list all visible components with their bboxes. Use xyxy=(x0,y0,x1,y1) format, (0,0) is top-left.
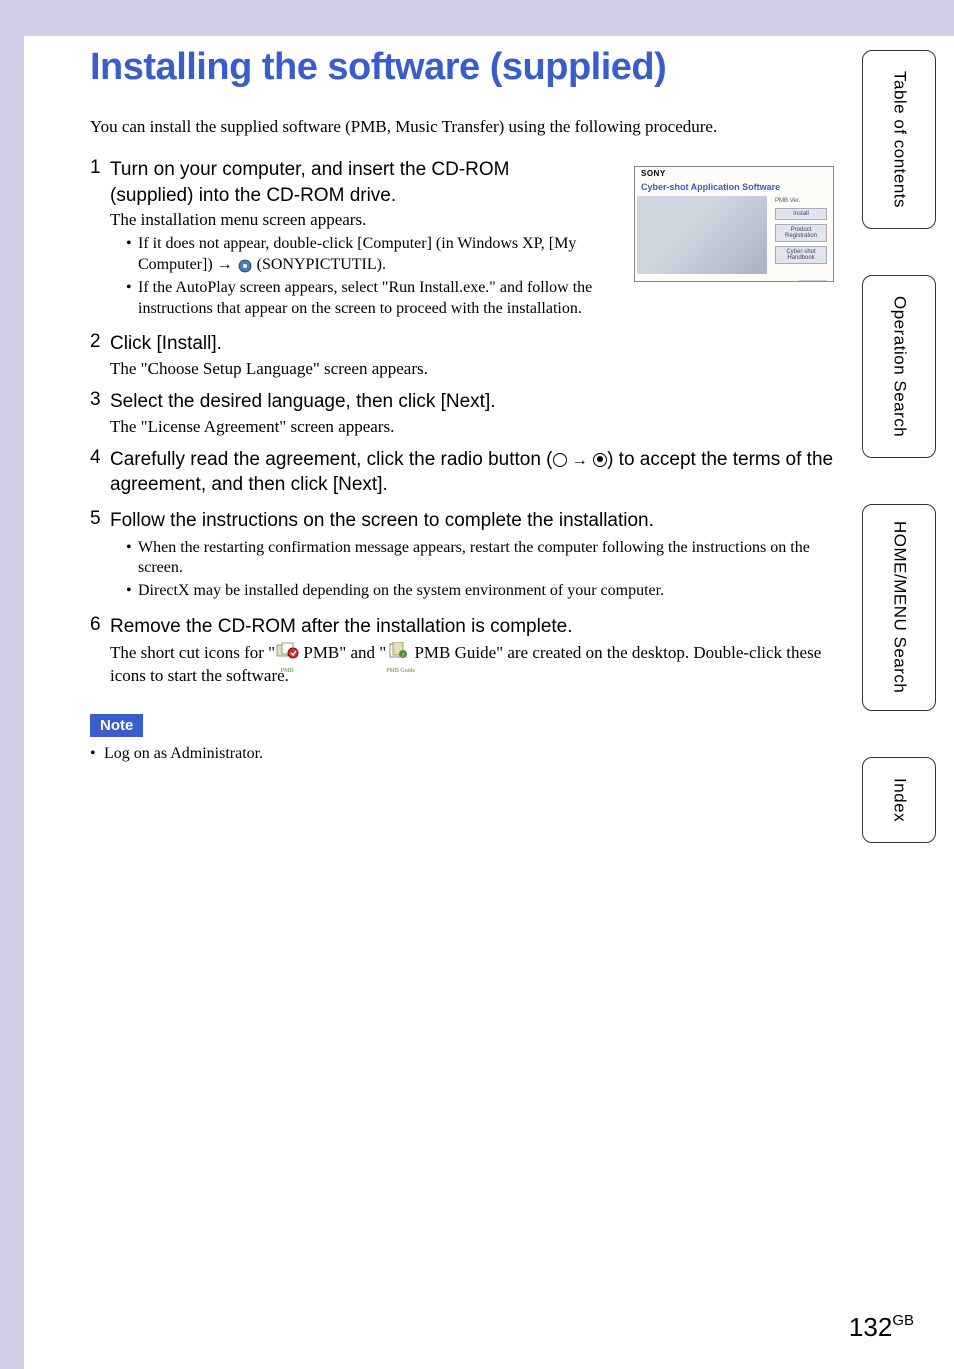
thumb-install-button: Install xyxy=(775,208,827,220)
step-4: 4 Carefully read the agreement, click th… xyxy=(90,447,844,498)
pmb-guide-icon: ? PMB Guide xyxy=(386,642,410,666)
note-item: Log on as Administrator. xyxy=(90,745,844,763)
intro-text: You can install the supplied software (P… xyxy=(90,117,844,137)
step-title: Turn on your computer, and insert the CD… xyxy=(110,157,540,208)
svg-text:?: ? xyxy=(402,653,405,659)
step-3: 3 Select the desired language, then clic… xyxy=(90,389,844,437)
step-title: Select the desired language, then click … xyxy=(110,389,844,415)
installer-screenshot: SONY Cyber-shot Application Software PMB… xyxy=(634,166,834,282)
bullet-item: When the restarting confirmation message… xyxy=(126,538,844,580)
step-number: 2 xyxy=(90,331,110,353)
tab-label: Table of contents xyxy=(890,71,909,208)
step-5: 5 Follow the instructions on the screen … xyxy=(90,508,844,604)
tab-label: Operation Search xyxy=(890,296,909,437)
bullet-text-post: (SONYPICTUTIL). xyxy=(253,256,386,273)
thumb-register-button: Product Registration xyxy=(775,224,827,242)
thumb-exit-button: Exit xyxy=(799,280,827,282)
step-title: Follow the instructions on the screen to… xyxy=(110,508,844,534)
tab-label: HOME/MENU Search xyxy=(890,521,909,693)
sub-part-2: PMB" and " xyxy=(299,643,386,662)
tab-label: Index xyxy=(890,778,909,822)
thumb-handbook-button: Cyber-shot Handbook xyxy=(775,246,827,264)
sub-part-1: The short cut icons for " xyxy=(110,643,275,662)
thumb-body: PMB Ver. Install Product Registration Cy… xyxy=(635,194,833,276)
step-number: 3 xyxy=(90,389,110,411)
page-title: Installing the software (supplied) xyxy=(90,46,844,89)
tab-index[interactable]: Index xyxy=(862,757,936,843)
tab-table-of-contents[interactable]: Table of contents xyxy=(862,50,936,229)
bullet-item: If the AutoPlay screen appears, select "… xyxy=(126,278,626,320)
note-list: Log on as Administrator. xyxy=(90,745,844,763)
tab-home-menu-search[interactable]: HOME/MENU Search xyxy=(862,504,936,710)
thumb-right-panel: PMB Ver. Install Product Registration Cy… xyxy=(769,194,833,276)
step-subtext: The "License Agreement" screen appears. xyxy=(110,417,844,437)
step-title-pre: Carefully read the agreement, click the … xyxy=(110,449,553,470)
page-number: 132GB xyxy=(849,1312,914,1343)
disc-icon xyxy=(237,258,253,272)
thumb-subtitle: PMB Ver. xyxy=(775,198,827,204)
step-6: 6 Remove the CD-ROM after the installati… xyxy=(90,614,844,686)
side-nav-tabs: Table of contents Operation Search HOME/… xyxy=(862,50,936,889)
step-bullets: When the restarting confirmation message… xyxy=(126,538,844,602)
step-subtext: The short cut icons for " PMB PMB" and "… xyxy=(110,642,844,686)
page-content: Installing the software (supplied) You c… xyxy=(0,36,954,783)
bullet-item: If it does not appear, double-click [Com… xyxy=(126,234,606,276)
pmb-guide-icon-label: PMB Guide xyxy=(386,668,410,674)
bullet-item: DirectX may be installed depending on th… xyxy=(126,581,844,602)
pmb-icon: PMB xyxy=(275,642,299,666)
radio-unselected-icon xyxy=(553,453,567,467)
top-decorative-band xyxy=(0,0,954,36)
step-title: Click [Install]. xyxy=(110,331,844,357)
arrow-icon: → xyxy=(572,452,588,469)
page-num-suffix: GB xyxy=(892,1312,914,1329)
step-title: Remove the CD-ROM after the installation… xyxy=(110,614,844,640)
tab-operation-search[interactable]: Operation Search xyxy=(862,275,936,458)
step-title: Carefully read the agreement, click the … xyxy=(110,447,844,498)
step-number: 5 xyxy=(90,508,110,530)
note-badge: Note xyxy=(90,714,143,737)
step-number: 1 xyxy=(90,157,110,179)
step-number: 6 xyxy=(90,614,110,636)
arrow-icon: → xyxy=(217,256,233,273)
step-subtext: The "Choose Setup Language" screen appea… xyxy=(110,359,844,379)
step-2: 2 Click [Install]. The "Choose Setup Lan… xyxy=(90,331,844,379)
radio-selected-icon xyxy=(593,453,607,467)
thumb-brand: SONY xyxy=(635,167,833,178)
pmb-icon-label: PMB xyxy=(275,668,299,674)
thumb-title: Cyber-shot Application Software xyxy=(635,178,833,194)
page-num-value: 132 xyxy=(849,1312,892,1342)
step-number: 4 xyxy=(90,447,110,469)
thumb-preview-image xyxy=(637,196,767,274)
